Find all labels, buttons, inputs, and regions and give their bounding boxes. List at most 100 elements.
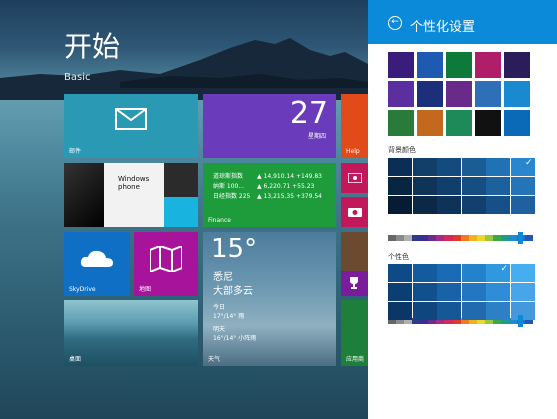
color-swatch[interactable] [412, 302, 437, 320]
pattern-thumb[interactable] [417, 110, 443, 136]
color-swatch[interactable] [412, 196, 437, 214]
video-tile[interactable] [341, 163, 368, 193]
color-swatch[interactable] [437, 302, 461, 320]
spectrum-color[interactable] [420, 235, 429, 241]
spectrum-color[interactable] [476, 235, 485, 241]
color-swatch[interactable] [388, 177, 412, 195]
color-swatch[interactable] [510, 264, 535, 282]
color-swatch[interactable] [388, 302, 412, 320]
color-swatch[interactable] [437, 158, 461, 176]
pattern-thumb[interactable] [417, 81, 443, 107]
spectrum-color[interactable] [460, 235, 469, 241]
spectrum-color[interactable] [388, 235, 397, 241]
back-arrow-icon[interactable]: ← [388, 16, 402, 30]
color-swatch[interactable] [461, 196, 486, 214]
pattern-thumb[interactable] [388, 52, 414, 78]
color-swatch[interactable] [510, 177, 535, 195]
spectrum-color[interactable] [412, 235, 421, 241]
pattern-thumb[interactable] [446, 110, 472, 136]
spectrum-color[interactable] [428, 235, 437, 241]
pattern-thumb[interactable] [475, 52, 501, 78]
color-swatch[interactable] [412, 264, 437, 282]
pattern-thumb[interactable] [388, 110, 414, 136]
games-tile[interactable] [341, 271, 368, 296]
pattern-thumb[interactable] [504, 110, 530, 136]
calendar-date: 27 [289, 96, 328, 131]
help-tile[interactable]: Help [341, 94, 368, 158]
pattern-thumb[interactable] [388, 81, 414, 107]
checkmark-icon: ✓ [500, 264, 508, 274]
spectrum-color[interactable] [396, 235, 405, 241]
background-slider-handle[interactable] [518, 232, 523, 244]
pattern-thumb[interactable] [446, 81, 472, 107]
color-swatch[interactable] [412, 177, 437, 195]
color-swatch[interactable] [461, 158, 486, 176]
pattern-thumb[interactable] [475, 81, 501, 107]
spectrum-color[interactable] [452, 235, 461, 241]
color-swatch[interactable] [412, 158, 437, 176]
background-spectrum[interactable] [388, 235, 534, 241]
spectrum-color[interactable] [508, 235, 517, 241]
color-swatch[interactable] [437, 264, 461, 282]
news-tile[interactable]: Windows phone [64, 163, 198, 227]
store-tile-label: 应用商 [346, 356, 365, 363]
panel-title: 个性化设置 [410, 20, 476, 35]
color-swatch[interactable] [486, 302, 510, 320]
skydrive-tile[interactable]: SkyDrive [64, 232, 130, 296]
finance-row: 道琼斯指数 ▲ 14,910.14 +149.83 [213, 173, 322, 180]
color-swatch[interactable] [388, 196, 412, 214]
background-color-label: 背景颜色 [388, 146, 416, 154]
spectrum-color[interactable] [525, 235, 534, 241]
color-swatch[interactable] [486, 158, 510, 176]
color-swatch[interactable] [461, 264, 486, 282]
spectrum-color[interactable] [468, 235, 477, 241]
color-swatch[interactable] [486, 177, 510, 195]
finance-row: 纳斯 100... ▲ 6,220.71 +55.23 [213, 183, 315, 190]
color-swatch[interactable] [388, 283, 412, 301]
weather-temperature: 15° [211, 234, 258, 264]
news-image-mid: Windows phone [104, 163, 164, 227]
spectrum-color[interactable] [404, 235, 413, 241]
color-swatch[interactable] [412, 283, 437, 301]
color-swatch[interactable] [388, 264, 412, 282]
camera-tile[interactable] [341, 197, 368, 227]
color-swatch[interactable] [461, 177, 486, 195]
color-swatch[interactable] [388, 158, 412, 176]
pattern-thumb[interactable] [504, 81, 530, 107]
pattern-thumb[interactable] [504, 52, 530, 78]
spectrum-color[interactable] [436, 235, 445, 241]
spectrum-color[interactable] [444, 235, 453, 241]
accent-color-label: 个性色 [388, 253, 409, 261]
weather-condition: 大部多云 [213, 286, 253, 297]
color-swatch[interactable]: ✓ [510, 158, 535, 176]
color-swatch[interactable] [437, 196, 461, 214]
pattern-thumb[interactable] [417, 52, 443, 78]
pattern-thumb[interactable] [475, 110, 501, 136]
store-tile[interactable]: 应用商 [341, 300, 368, 366]
accent-slider-handle[interactable] [518, 315, 523, 327]
color-swatch[interactable] [461, 283, 486, 301]
spectrum-color[interactable] [500, 235, 509, 241]
calendar-tile[interactable]: 27 星期四 [203, 94, 336, 158]
pattern-thumb[interactable] [446, 52, 472, 78]
color-swatch[interactable] [437, 283, 461, 301]
color-swatch[interactable] [486, 283, 510, 301]
mountains-silhouette [0, 38, 368, 100]
color-swatch[interactable] [437, 177, 461, 195]
color-swatch[interactable] [510, 283, 535, 301]
maps-tile[interactable]: 地图 [134, 232, 198, 296]
color-swatch[interactable] [486, 196, 510, 214]
color-swatch[interactable] [510, 196, 535, 214]
color-swatch[interactable]: ✓ [486, 264, 510, 282]
color-swatch[interactable] [461, 302, 486, 320]
desktop-tile[interactable]: 桌面 [64, 300, 198, 366]
weather-tile[interactable]: 15° 悉尼 大部多云 今日 17°/14° 雨 明天 16°/14° 小阵雨 … [203, 232, 336, 366]
news-image-bottom-right [164, 197, 198, 227]
spectrum-color[interactable] [484, 235, 493, 241]
mail-tile[interactable]: 邮件 [64, 94, 198, 158]
weather-tomorrow-label: 明天 [213, 326, 226, 333]
calendar-weekday: 星期四 [307, 133, 326, 140]
spectrum-color[interactable] [492, 235, 501, 241]
finance-tile[interactable]: 道琼斯指数 ▲ 14,910.14 +149.83 纳斯 100... ▲ 6,22… [203, 163, 336, 227]
skydrive-tile-label: SkyDrive [69, 286, 96, 293]
